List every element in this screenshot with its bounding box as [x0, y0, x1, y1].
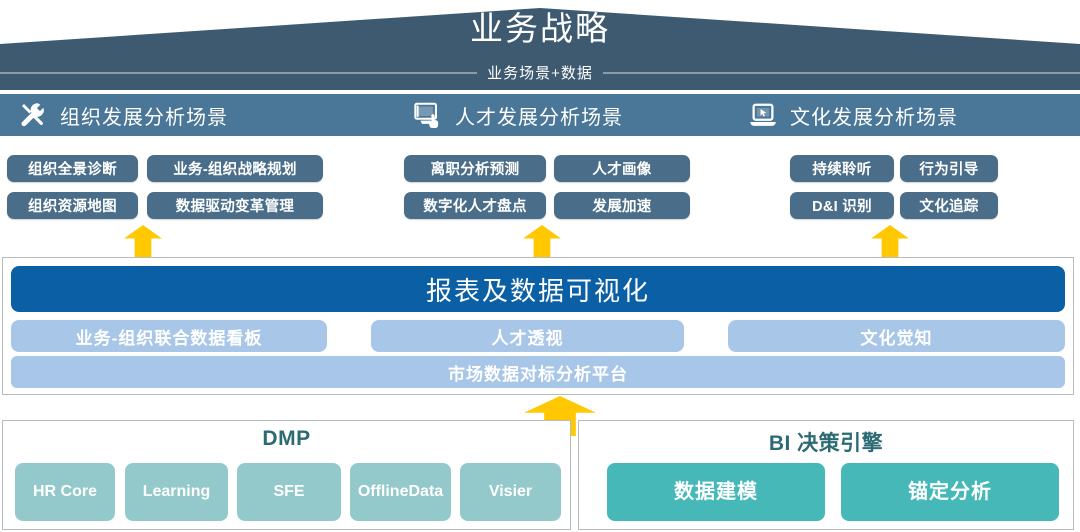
panel-title: BI 决策引擎	[768, 432, 884, 455]
business-strategy-roof: 业务战略 业务场景+数据	[0, 0, 1080, 90]
scene-capability-button[interactable]: 发展加速	[554, 192, 690, 219]
tile-label-line: Data	[408, 482, 444, 500]
visualization-bar[interactable]: 文化觉知	[728, 320, 1065, 352]
scene-item-1[interactable]: 组织发展分析场景	[18, 94, 228, 136]
tile-label-line: Offline	[357, 482, 409, 500]
tile-label-line: SFE	[273, 482, 305, 500]
data-source-tile[interactable]: SFE	[237, 463, 341, 521]
data-source-tile[interactable]: 数据建模	[607, 463, 825, 521]
data-source-tile[interactable]: 锚定分析	[841, 463, 1059, 521]
scene-capability-button[interactable]: D&I 识别	[790, 192, 894, 219]
flow-arrow-up-talent-development	[523, 225, 561, 257]
scene-capability-button[interactable]: 数字化人才盘点	[404, 192, 546, 219]
scene-capability-button[interactable]: 文化追踪	[900, 192, 998, 219]
scene-capability-button[interactable]: 人才画像	[554, 155, 690, 182]
tile-label-line: HR Core	[32, 482, 97, 500]
dmp-panel: DMP HR Core Learning SFE Offline Data Visier	[2, 420, 571, 530]
tools-icon	[18, 100, 48, 130]
flow-arrow-up-organization-development	[124, 225, 162, 257]
data-source-tile[interactable]: Learning	[125, 463, 228, 521]
scene-capability-button[interactable]: 持续聆听	[790, 155, 894, 182]
scene-item-label: 组织发展分析场景	[60, 106, 228, 129]
scene-capability-button[interactable]: 组织资源地图	[7, 192, 138, 219]
scene-capability-button[interactable]: 业务-组织战略规划	[147, 155, 323, 182]
scene-item-3[interactable]: 文化发展分析场景	[748, 94, 958, 136]
data-source-tile[interactable]: HR Core	[15, 463, 115, 521]
visualization-bar[interactable]: 业务-组织联合数据看板	[11, 320, 327, 352]
tile-label-line: 锚定分析	[908, 480, 992, 503]
tile-label-line: Learning	[142, 482, 211, 500]
analysis-scene-bar: 组织发展分析场景 人才发展分析场景 文化发展分析场景	[0, 94, 1080, 136]
screen-touch-icon	[413, 100, 443, 130]
data-source-tile[interactable]: Offline Data	[350, 463, 451, 521]
visualization-bar[interactable]: 人才透视	[371, 320, 684, 352]
laptop-cursor-icon	[748, 100, 778, 130]
scene-item-label: 人才发展分析场景	[455, 106, 623, 129]
scene-capability-button[interactable]: 离职分析预测	[404, 155, 546, 182]
roof-divider-right	[602, 71, 1080, 74]
scene-capability-button[interactable]: 组织全景诊断	[7, 155, 138, 182]
flow-arrow-up-culture-development	[871, 225, 909, 257]
scene-item-2[interactable]: 人才发展分析场景	[413, 94, 623, 136]
scene-capability-button[interactable]: 数据驱动变革管理	[147, 192, 323, 219]
reporting-header: 报表及数据可视化	[11, 266, 1065, 312]
roof-subtitle: 业务场景+数据	[487, 65, 593, 82]
tile-label-line: 数据建模	[674, 480, 758, 503]
market-benchmark-platform-bar: 市场数据对标分析平台	[11, 356, 1065, 388]
bi-panel: BI 决策引擎数据建模 锚定分析	[578, 420, 1074, 530]
panel-title: DMP	[262, 427, 311, 450]
roof-divider-left	[0, 71, 478, 74]
scene-item-label: 文化发展分析场景	[790, 106, 958, 129]
roof-subtitle-row: 业务场景+数据	[0, 62, 1080, 83]
reporting-visualization-block: 报表及数据可视化 业务-组织联合数据看板 人才透视 文化觉知 市场数据对标分析平台	[2, 257, 1074, 395]
data-source-tile[interactable]: Visier	[460, 463, 561, 521]
scene-capability-button[interactable]: 行为引导	[900, 155, 998, 182]
tile-label-line: Visier	[488, 482, 533, 500]
